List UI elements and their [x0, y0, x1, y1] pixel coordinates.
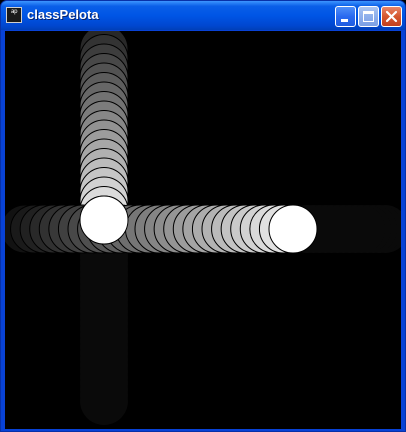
maximize-button[interactable] [358, 6, 379, 27]
minimize-icon [341, 19, 348, 22]
close-button[interactable] [381, 6, 402, 27]
app-window: ap classPelota [0, 0, 406, 432]
ball [268, 204, 318, 254]
ball-trails-canvas [5, 31, 401, 425]
minimize-button[interactable] [335, 6, 356, 27]
window-title: classPelota [27, 7, 99, 22]
processing-app-icon[interactable]: ap [6, 7, 22, 23]
title-bar[interactable]: ap classPelota [1, 1, 405, 30]
close-icon [385, 10, 398, 23]
ball [79, 195, 129, 245]
sketch-canvas[interactable] [5, 31, 401, 429]
maximize-icon [363, 11, 374, 22]
